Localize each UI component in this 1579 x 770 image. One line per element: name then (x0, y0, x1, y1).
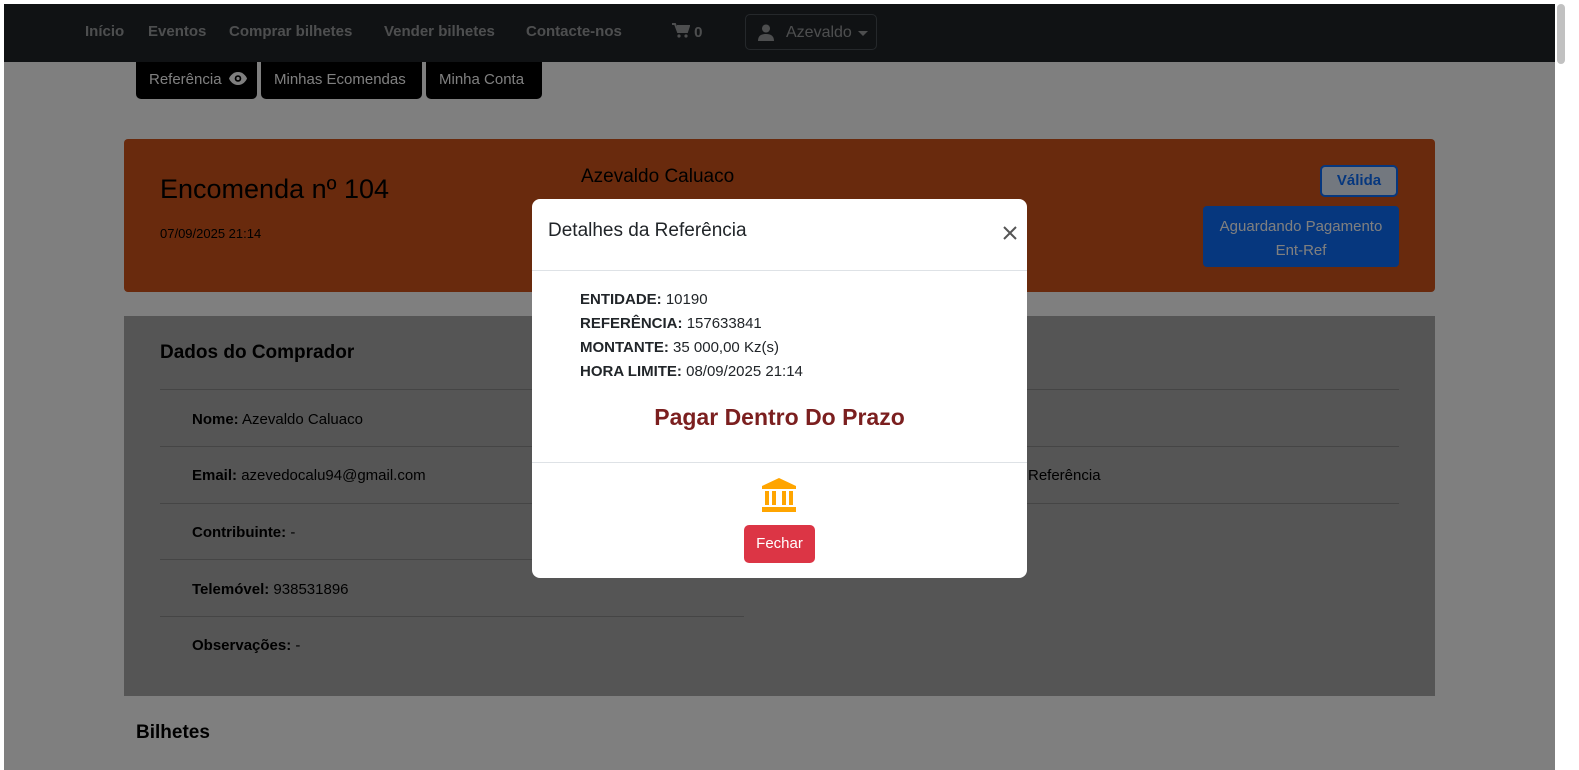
close-icon[interactable] (1000, 223, 1020, 243)
entity-row: ENTIDADE: 10190 (580, 291, 708, 308)
amount-label: MONTANTE: (580, 339, 669, 356)
deadline-label: HORA LIMITE: (580, 363, 682, 380)
amount-row: MONTANTE: 35 000,00 Kz(s) (580, 339, 779, 356)
reference-row: REFERÊNCIA: 157633841 (580, 315, 762, 332)
entity-label: ENTIDADE: (580, 291, 662, 308)
scrollbar-thumb[interactable] (1557, 4, 1565, 64)
modal-footer-divider (532, 462, 1027, 463)
deadline-value: 08/09/2025 21:14 (686, 363, 803, 380)
amount-value: 35 000,00 Kz(s) (673, 339, 779, 356)
deadline-row: HORA LIMITE: 08/09/2025 21:14 (580, 363, 803, 380)
scrollbar-track[interactable] (1555, 0, 1579, 770)
reference-value: 157633841 (686, 315, 762, 332)
pay-deadline-message: Pagar Dentro Do Prazo (654, 404, 905, 430)
reference-details-modal: Detalhes da Referência ENTIDADE: 10190 R… (532, 199, 1027, 578)
entity-value: 10190 (665, 291, 708, 308)
modal-header-divider (532, 270, 1027, 271)
page: Início Eventos Comprar bilhetes Vender b… (4, 4, 1555, 770)
bank-icon (762, 478, 796, 512)
close-button[interactable]: Fechar (744, 525, 815, 563)
modal-title: Detalhes da Referência (548, 220, 747, 241)
reference-label: REFERÊNCIA: (580, 315, 683, 332)
